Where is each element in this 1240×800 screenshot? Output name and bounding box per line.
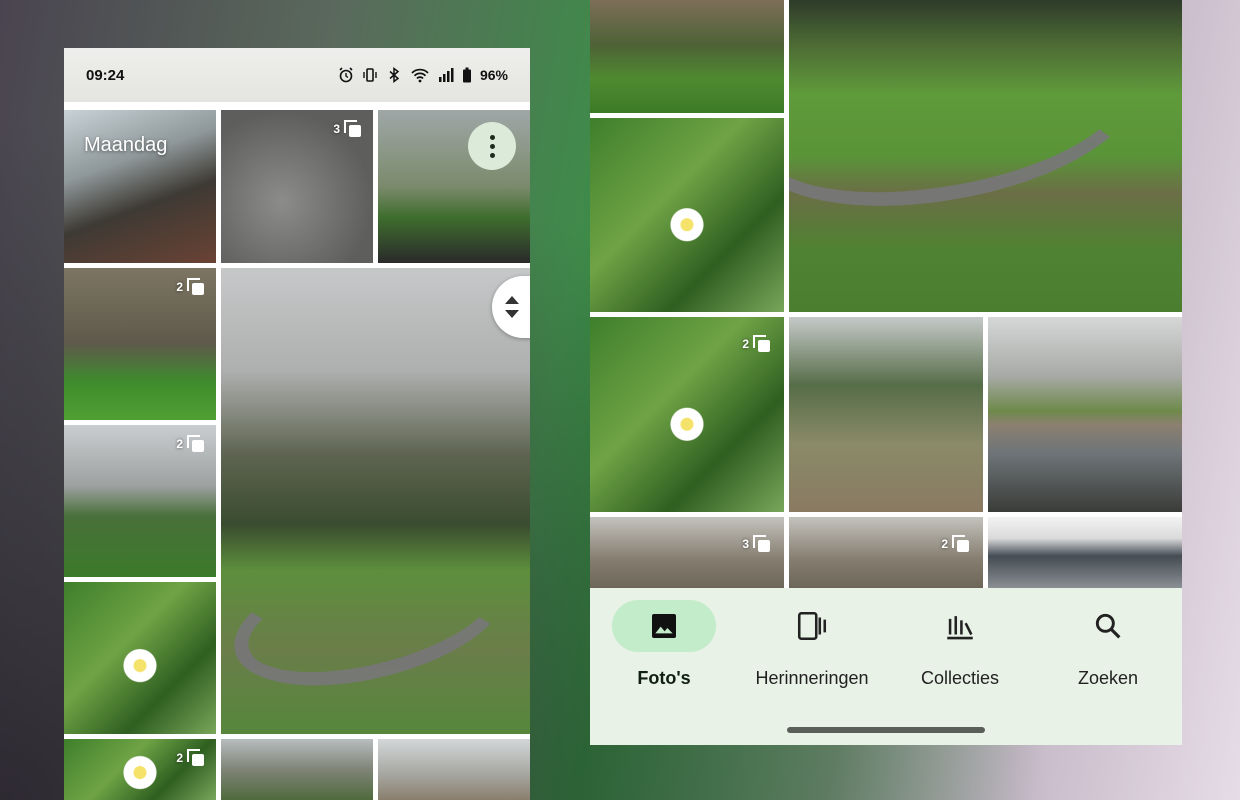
arrow-down-icon xyxy=(505,310,519,318)
nav-pill xyxy=(908,600,1012,652)
collections-icon xyxy=(947,616,973,640)
nav-label: Herinneringen xyxy=(755,668,869,688)
nav-label: Zoeken xyxy=(1077,668,1139,688)
burst-count: 2 xyxy=(742,336,749,351)
burst-indicator: 2 xyxy=(176,749,204,766)
photo-tile[interactable]: 2 xyxy=(590,317,784,512)
photo-tile[interactable] xyxy=(590,118,784,312)
burst-count: 2 xyxy=(176,279,183,294)
photo-tile[interactable] xyxy=(590,0,784,113)
burst-count: 2 xyxy=(176,436,183,451)
photo-tile-large[interactable] xyxy=(221,268,530,734)
phone-screen-left: 09:24 96% Maandag 3 2 2 2 xyxy=(64,48,530,800)
photo-tile[interactable] xyxy=(221,739,373,800)
status-bar: 09:24 96% xyxy=(64,48,530,102)
path-shape xyxy=(789,7,1150,233)
burst-stack-icon xyxy=(952,535,969,552)
home-indicator[interactable] xyxy=(787,727,985,733)
signal-icon xyxy=(438,68,454,82)
search-icon xyxy=(1095,613,1121,639)
burst-stack-icon xyxy=(187,749,204,766)
day-label: Maandag xyxy=(84,134,168,156)
wifi-icon xyxy=(411,68,429,83)
nav-item-search[interactable]: Zoeken xyxy=(1034,600,1182,700)
photo-tile-large[interactable] xyxy=(789,0,1182,312)
status-icons: 96% xyxy=(338,67,508,83)
status-time: 09:24 xyxy=(86,66,125,84)
burst-stack-icon xyxy=(753,535,770,552)
photo-tile[interactable]: Maandag xyxy=(64,110,216,263)
nav-label: Foto's xyxy=(637,668,691,688)
burst-stack-icon xyxy=(187,278,204,295)
photo-tile[interactable] xyxy=(64,582,216,734)
photo-tile[interactable]: 3 xyxy=(221,110,373,263)
nav-item-collections[interactable]: Collecties xyxy=(886,600,1034,700)
burst-indicator: 2 xyxy=(941,535,969,552)
photo-tile[interactable] xyxy=(988,317,1182,512)
photo-tile[interactable]: 2 xyxy=(64,268,216,420)
photo-icon xyxy=(652,614,676,638)
burst-stack-icon xyxy=(753,335,770,352)
burst-indicator: 2 xyxy=(176,278,204,295)
burst-count: 3 xyxy=(333,121,340,136)
burst-stack-icon xyxy=(187,435,204,452)
nav-item-photos[interactable]: Foto's xyxy=(590,600,738,700)
photo-grid-left: Maandag 3 2 2 2 xyxy=(64,110,530,800)
more-vert-icon xyxy=(489,134,495,158)
bottom-navigation: Foto's Herinneringen Collecties Zoeken xyxy=(590,588,1182,745)
battery-icon xyxy=(462,67,471,83)
burst-count: 3 xyxy=(742,536,749,551)
photo-tile[interactable]: 2 xyxy=(64,425,216,577)
nav-label: Collecties xyxy=(920,668,1000,688)
arrow-up-icon xyxy=(505,296,519,304)
photo-tile[interactable]: 2 xyxy=(789,517,983,588)
photo-tile[interactable] xyxy=(988,517,1182,588)
battery-percent: 96% xyxy=(479,67,508,83)
photo-grid-right: 2 3 2 xyxy=(590,0,1182,588)
photo-tile[interactable] xyxy=(789,317,983,512)
vibrate-icon xyxy=(363,68,377,82)
nav-pill xyxy=(1056,600,1160,652)
phone-screen-right: 2 3 2 Foto's Herinneringen Collecties Zo… xyxy=(590,0,1182,745)
nav-pill xyxy=(760,600,864,652)
memories-icon xyxy=(797,611,827,641)
burst-stack-icon xyxy=(344,120,361,137)
nav-pill-active xyxy=(612,600,716,652)
nav-item-memories[interactable]: Herinneringen xyxy=(738,600,886,700)
more-options-button[interactable] xyxy=(468,122,516,170)
burst-count: 2 xyxy=(941,536,948,551)
burst-count: 2 xyxy=(176,750,183,765)
photo-tile[interactable]: 3 xyxy=(590,517,784,588)
photo-tile[interactable] xyxy=(378,739,530,800)
burst-indicator: 3 xyxy=(742,535,770,552)
photo-tile[interactable]: 2 xyxy=(64,739,216,800)
burst-indicator: 2 xyxy=(176,435,204,452)
path-shape xyxy=(221,525,522,711)
burst-indicator: 3 xyxy=(333,120,361,137)
alarm-icon xyxy=(339,67,353,83)
bluetooth-icon xyxy=(389,67,400,83)
burst-indicator: 2 xyxy=(742,335,770,352)
